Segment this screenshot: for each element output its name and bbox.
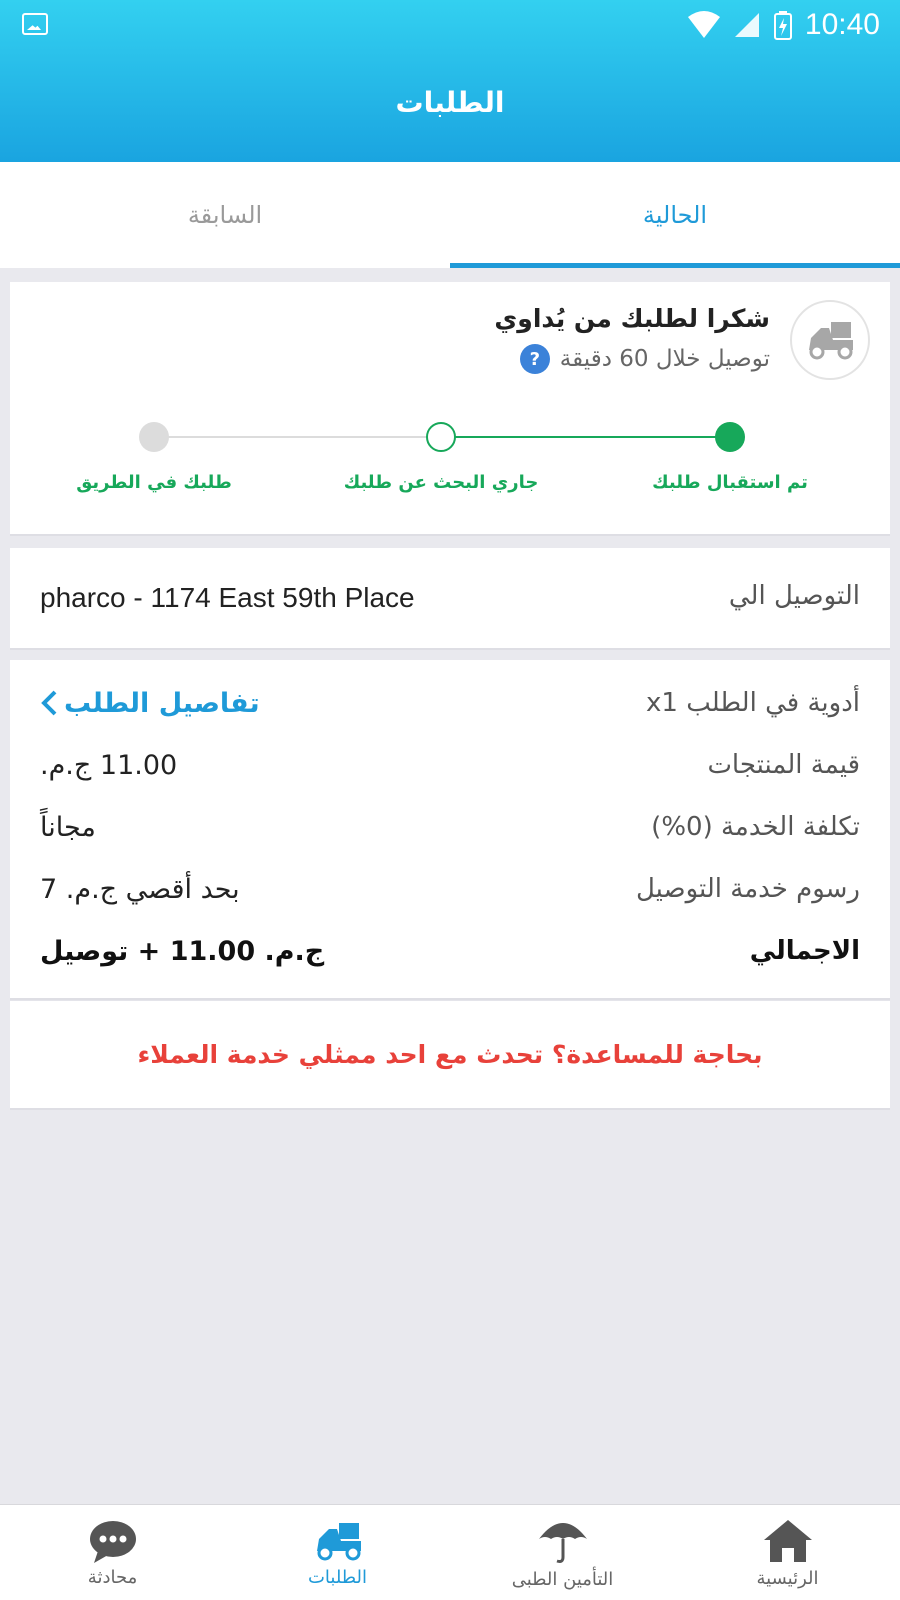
status-bar: 10:40 bbox=[0, 0, 900, 52]
items-count: x1 bbox=[646, 688, 678, 718]
chat-icon bbox=[89, 1520, 136, 1563]
items-label: أدوية في الطلب bbox=[686, 688, 860, 718]
order-status-card: شكرا لطلبك من يُداوي توصيل خلال 60 دقيقة… bbox=[10, 282, 890, 536]
nav-insurance-label: التأمين الطبى bbox=[511, 1568, 614, 1590]
step-on-the-way-dot bbox=[139, 422, 169, 452]
order-details-link[interactable]: تفاصيل الطلب bbox=[40, 688, 260, 719]
step-searching-label: جاري البحث عن طلبك bbox=[343, 472, 539, 493]
service-fee-value: مجاناً bbox=[40, 811, 96, 843]
step-received-label: تم استقبال طلبك bbox=[652, 472, 808, 493]
order-summary-card: أدوية في الطلب x1 تفاصيل الطلب قيمة المن… bbox=[10, 660, 890, 1000]
total-value: ج.م. 11.00 + توصيل bbox=[40, 935, 325, 967]
delivery-truck-icon bbox=[316, 1522, 361, 1560]
status-time: 10:40 bbox=[804, 8, 880, 41]
progress-line-done bbox=[440, 436, 730, 438]
delivery-truck-icon bbox=[809, 322, 853, 360]
order-progress-tracker: تم استقبال طلبك جاري البحث عن طلبك طلبك … bbox=[10, 412, 890, 512]
bottom-navigation: الرئيسية التأمين الطبى الطلبات محادثة bbox=[0, 1504, 900, 1600]
nav-orders[interactable]: الطلبات bbox=[225, 1505, 450, 1600]
wifi-icon bbox=[687, 11, 720, 38]
nav-chat-label: محادثة bbox=[87, 1566, 138, 1588]
order-avatar bbox=[790, 300, 870, 380]
nav-chat[interactable]: محادثة bbox=[0, 1505, 225, 1600]
chevron-left-icon bbox=[41, 690, 57, 716]
service-fee-label: تكلفة الخدمة (0%) bbox=[651, 812, 860, 842]
customer-support-card: بحاجة للمساعدة؟ تحدث مع احد ممثلي خدمة ا… bbox=[10, 1000, 890, 1110]
items-row: أدوية في الطلب x1 تفاصيل الطلب bbox=[40, 678, 860, 728]
delivery-address-card: التوصيل الي pharco - 1174 East 59th Plac… bbox=[10, 548, 890, 650]
step-received-dot bbox=[715, 422, 745, 452]
step-on-the-way-label: طلبك في الطريق bbox=[76, 472, 232, 493]
address-value: pharco - 1174 East 59th Place bbox=[40, 582, 415, 613]
total-label: الاجمالي bbox=[749, 936, 860, 966]
nav-insurance[interactable]: التأمين الطبى bbox=[450, 1505, 675, 1600]
products-price-value: 11.00 ج.م. bbox=[40, 749, 178, 781]
customer-support-link[interactable]: بحاجة للمساعدة؟ تحدث مع احد ممثلي خدمة ا… bbox=[137, 1040, 762, 1069]
home-icon bbox=[763, 1519, 812, 1562]
delivery-fee-label: رسوم خدمة التوصيل bbox=[635, 874, 860, 904]
progress-line-pending bbox=[154, 436, 440, 438]
app-root: 10:40 الطلبات الحالية السابقة شكرا لطلبك… bbox=[0, 0, 900, 1600]
tab-previous[interactable]: السابقة bbox=[0, 162, 450, 268]
umbrella-icon bbox=[538, 1522, 587, 1563]
page-title: الطلبات bbox=[395, 86, 505, 119]
total-row: الاجمالي ج.م. 11.00 + توصيل bbox=[40, 926, 860, 976]
delivery-time-row: توصيل خلال 60 دقيقة ? bbox=[519, 344, 770, 374]
nav-home[interactable]: الرئيسية bbox=[675, 1505, 900, 1600]
status-icons: 10:40 bbox=[687, 8, 880, 42]
order-details-label: تفاصيل الطلب bbox=[64, 687, 260, 719]
delivery-fee-row: رسوم خدمة التوصيل بحد أقصي ج.م. 7 bbox=[40, 864, 860, 914]
gallery-notification-icon bbox=[22, 13, 48, 35]
app-header: 10:40 الطلبات bbox=[0, 0, 900, 162]
address-label: التوصيل الي bbox=[728, 581, 860, 611]
products-price-label: قيمة المنتجات bbox=[707, 750, 860, 780]
orders-tabs: الحالية السابقة bbox=[0, 162, 900, 268]
cellular-signal-icon bbox=[734, 13, 759, 37]
nav-orders-label: الطلبات bbox=[307, 1566, 368, 1588]
service-fee-row: تكلفة الخدمة (0%) مجاناً bbox=[40, 802, 860, 852]
order-thanks-title: شكرا لطلبك من يُداوي bbox=[494, 304, 770, 333]
battery-charging-icon bbox=[773, 11, 792, 40]
products-price-row: قيمة المنتجات 11.00 ج.م. bbox=[40, 740, 860, 790]
delivery-time-text: توصيل خلال 60 دقيقة bbox=[559, 346, 770, 372]
items-label-group: أدوية في الطلب x1 bbox=[646, 688, 860, 718]
step-searching-dot bbox=[426, 422, 456, 452]
nav-home-label: الرئيسية bbox=[756, 1567, 819, 1589]
tab-current[interactable]: الحالية bbox=[450, 162, 900, 268]
help-question-icon[interactable]: ? bbox=[519, 344, 550, 374]
delivery-fee-value: بحد أقصي ج.م. 7 bbox=[40, 873, 240, 905]
